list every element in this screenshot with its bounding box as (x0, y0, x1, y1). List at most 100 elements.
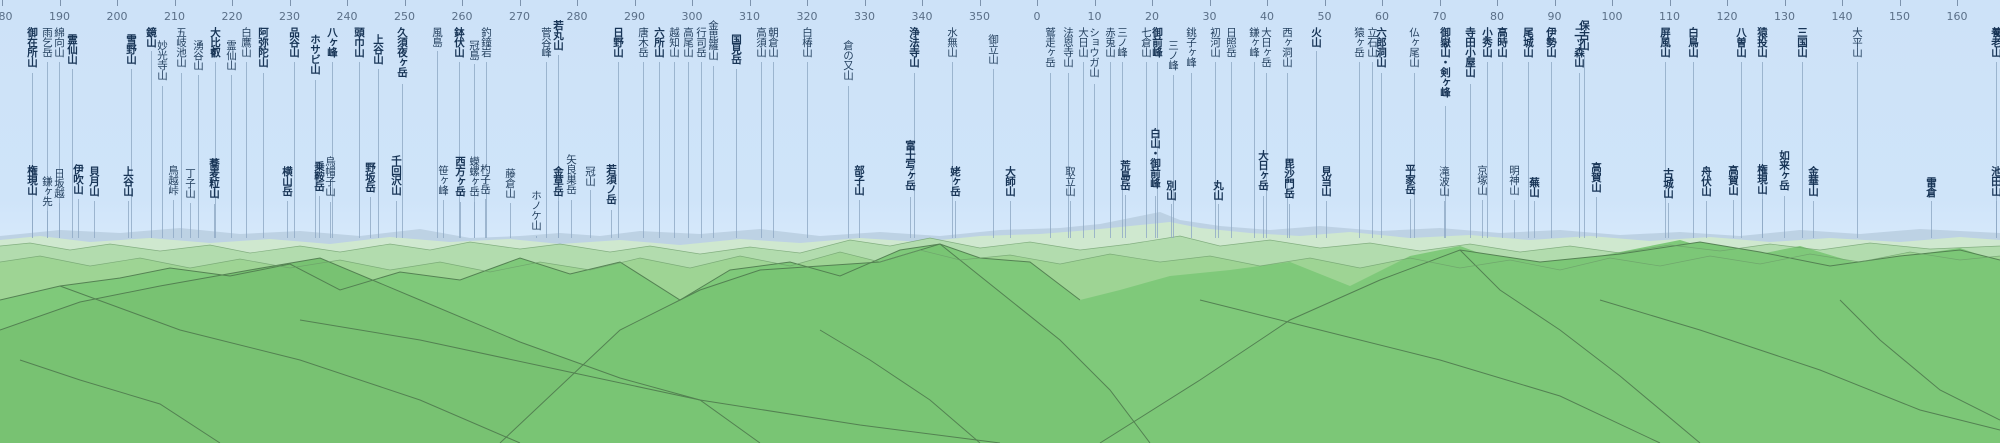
peak-label: 雪野山 (125, 34, 137, 64)
peak-label: 菅谷峰 (540, 27, 552, 57)
peak-leader-line (1146, 62, 1147, 238)
peak-leader-line (659, 62, 660, 238)
peak-label-low: 高賀山 (1590, 162, 1602, 192)
peak-leader-line (674, 62, 675, 238)
peak-label: 越知山 (668, 27, 680, 57)
scale-tick (1037, 0, 1038, 6)
peak-label-low: 明神山 (1508, 165, 1520, 195)
peak-leader-line (162, 86, 163, 238)
peak-leader-line (1668, 203, 1669, 238)
scale-tick (634, 0, 636, 6)
peak-label-low: 上谷山 (122, 166, 134, 196)
peak-label-low: 取立山 (1064, 166, 1076, 196)
scale-degree-label: 180 (0, 10, 13, 23)
peak-leader-line (688, 62, 689, 238)
peak-label: 湧谷山 (192, 40, 204, 70)
peak-leader-line (546, 62, 547, 238)
peak-label-low: 丁子山 (184, 168, 196, 198)
peak-leader-line (1414, 73, 1415, 238)
peak-label: 白鳥山 (1687, 27, 1699, 57)
peak-leader-line (1050, 73, 1051, 238)
peak-leader-line (1784, 196, 1785, 238)
scale-degree-label: 70 (1432, 10, 1447, 23)
scale-tick (1267, 0, 1268, 6)
peak-leader-line (1741, 62, 1742, 238)
scale-degree-label: 280 (566, 10, 588, 23)
peak-label: 猿投山 (1756, 27, 1768, 57)
peak-leader-line (437, 51, 438, 238)
peak-label: 国見岳 (730, 34, 742, 64)
peak-label: 鎌ヶ峰 (1248, 27, 1260, 57)
peak-leader-line (378, 69, 379, 238)
peak-leader-line (643, 62, 644, 238)
peak-leader-line (590, 190, 591, 238)
scale-degree-label: 200 (106, 10, 128, 23)
peak-label-low: 雷倉 (1925, 177, 1937, 197)
scale-degree-label: 330 (854, 10, 875, 23)
peak-label: 火山 (1310, 27, 1322, 47)
peak-label: 銚子ヶ峰 (1185, 27, 1197, 67)
peak-leader-line (1068, 73, 1069, 238)
peak-leader-line (1470, 84, 1471, 238)
peak-leader-line (1931, 201, 1932, 238)
peak-label-low: 権現山 (26, 165, 38, 195)
peak-leader-line (1487, 62, 1488, 238)
peak-label-low: 権現山 (1756, 164, 1768, 194)
peak-label-low: 別山 (1165, 180, 1177, 200)
peak-leader-line (1381, 73, 1382, 238)
scale-tick (1209, 0, 1211, 6)
peak-leader-line (1122, 62, 1123, 238)
peak-label: 八ヶ峰 (326, 27, 338, 57)
scale-tick (117, 0, 118, 6)
peak-leader-line (736, 69, 737, 238)
peak-label: 高尾山 (682, 27, 694, 57)
peak-leader-line (993, 69, 994, 238)
peak-label-low: 毘沙門岳 (1283, 158, 1295, 198)
scale-tick (2, 0, 3, 6)
peak-leader-line (1534, 201, 1535, 238)
peak-leader-line (1665, 62, 1666, 238)
scale-tick (462, 0, 463, 6)
peak-leader-line (1155, 196, 1156, 238)
peak-label: 品谷山 (288, 27, 300, 57)
peak-label: 朝倉山 (767, 27, 779, 57)
peak-label-low: 部子山 (853, 165, 865, 195)
peak-label-low: 千回沢山 (390, 155, 402, 195)
peak-leader-line (59, 203, 60, 238)
peak-leader-line (94, 201, 95, 238)
peak-leader-line (1802, 62, 1803, 238)
peak-label: 風島 (431, 27, 443, 47)
peak-label: 唐木岳 (637, 27, 649, 57)
peak-leader-line (474, 202, 475, 238)
peak-leader-line (713, 66, 714, 238)
peak-label-low: ホノケ山 (530, 190, 542, 230)
peak-label: 保古山 (1578, 20, 1590, 50)
peak-label-low: 横山岳 (281, 166, 293, 196)
peak-label: 初河山 (1209, 27, 1221, 57)
peak-label: 御在所山 (26, 27, 38, 67)
peak-leader-line (952, 62, 953, 238)
peak-label-low: 如来ヶ岳 (1778, 150, 1790, 190)
peak-leader-line (287, 201, 288, 238)
peak-leader-line (1215, 62, 1216, 238)
scale-tick (289, 0, 291, 6)
peak-label: 妙光寺山 (156, 40, 168, 80)
peak-leader-line (1584, 55, 1585, 238)
peak-label: 若丸山 (552, 20, 564, 50)
peak-leader-line (773, 62, 774, 238)
peak-leader-line (32, 200, 33, 238)
scale-tick (1957, 0, 1958, 6)
peak-label: 六所山 (653, 27, 665, 57)
peak-leader-line (910, 197, 911, 238)
peak-label-low: 杓子岳 (479, 164, 491, 194)
peak-label: 白椿山 (801, 27, 813, 57)
peak-label: 三ノ峰 (1167, 40, 1179, 70)
scale-degree-label: 80 (1490, 10, 1504, 23)
peak-leader-line (1502, 62, 1503, 238)
peak-leader-line (486, 62, 487, 238)
scale-tick (1727, 0, 1728, 6)
peak-label: 雨乞岳 (41, 27, 53, 57)
scale-tick (749, 0, 751, 6)
peak-label-low: 金華山 (1807, 166, 1819, 196)
peak-leader-line (1762, 199, 1763, 238)
